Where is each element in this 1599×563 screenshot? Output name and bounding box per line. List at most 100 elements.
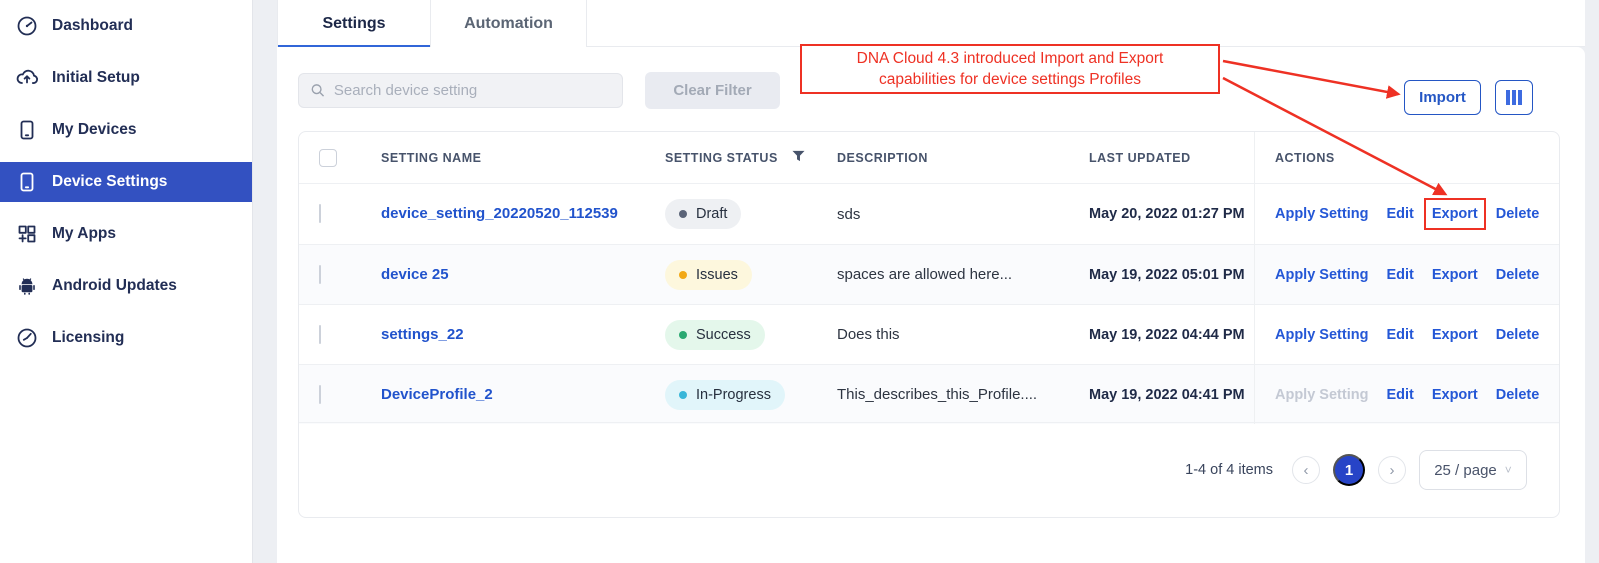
action-apply-setting[interactable]: Apply Setting (1275, 387, 1368, 403)
action-delete[interactable]: Delete (1496, 387, 1540, 403)
tablet-icon (15, 170, 39, 194)
sidebar-item-label: Initial Setup (52, 69, 140, 87)
status-dot-icon (679, 271, 687, 279)
sidebar-item-label: Android Updates (52, 277, 177, 295)
page-1-button[interactable]: 1 (1333, 454, 1365, 486)
meter-icon (15, 326, 39, 350)
tab-automation[interactable]: Automation (431, 0, 587, 47)
sidebar-item-android-updates[interactable]: Android Updates (0, 260, 252, 312)
chevron-down-icon: ˅ (1505, 463, 1512, 477)
setting-name-link[interactable]: device 25 (381, 266, 449, 283)
android-icon (15, 274, 39, 298)
status-badge: Issues (665, 260, 752, 290)
sidebar: Dashboard Initial Setup My Devices Devic… (0, 0, 253, 563)
status-badge: In-Progress (665, 380, 785, 410)
tab-settings-label: Settings (322, 15, 385, 33)
action-apply-setting[interactable]: Apply Setting (1275, 267, 1368, 283)
row-checkbox[interactable] (319, 325, 321, 344)
cloud-upload-icon (15, 66, 39, 90)
last-updated-cell: May 19, 2022 05:01 PM (1089, 267, 1254, 283)
description-cell: Does this (837, 326, 1089, 343)
sidebar-item-dashboard[interactable]: Dashboard (0, 0, 252, 52)
action-export[interactable]: Export (1432, 206, 1478, 222)
sidebar-item-label: My Apps (52, 225, 116, 243)
last-updated-cell: May 19, 2022 04:44 PM (1089, 327, 1254, 343)
tab-settings[interactable]: Settings (277, 0, 431, 47)
filter-icon[interactable] (792, 150, 805, 166)
column-settings-button[interactable] (1495, 80, 1533, 115)
prev-page-button[interactable]: ‹ (1292, 456, 1320, 484)
action-export[interactable]: Export (1432, 327, 1478, 343)
row-checkbox[interactable] (319, 385, 321, 404)
description-cell: This_describes_this_Profile.... (837, 386, 1089, 403)
action-export[interactable]: Export (1432, 267, 1478, 283)
status-dot-icon (679, 391, 687, 399)
app-root: Dashboard Initial Setup My Devices Devic… (0, 0, 1599, 563)
annotation-line1: DNA Cloud 4.3 introduced Import and Expo… (808, 48, 1212, 69)
sidebar-item-device-settings[interactable]: Device Settings (0, 162, 252, 202)
annotation-line2: capabilities for device settings Profile… (808, 69, 1212, 90)
header-setting-status: SETTING STATUS (665, 150, 837, 166)
sidebar-item-label: Licensing (52, 329, 124, 347)
table-row: settings_22 Success Does this May 19, 20… (299, 304, 1559, 364)
import-button[interactable]: Import (1404, 80, 1481, 115)
sidebar-item-label: Device Settings (52, 173, 167, 191)
table-row: device_setting_20220520_112539 Draft sds… (299, 184, 1559, 244)
last-updated-cell: May 20, 2022 01:27 PM (1089, 206, 1254, 222)
search-icon (311, 83, 325, 98)
pagination-bar: 1-4 of 4 items ‹ 1 › 25 / page ˅ (299, 422, 1559, 517)
sidebar-item-initial-setup[interactable]: Initial Setup (0, 52, 252, 104)
action-delete[interactable]: Delete (1496, 206, 1540, 222)
header-last-updated: LAST UPDATED (1089, 151, 1254, 165)
columns-icon (1506, 90, 1510, 105)
actions-cell: Apply Setting Edit Export Delete (1254, 365, 1559, 424)
actions-cell: Apply Setting Edit Export Delete (1254, 305, 1559, 364)
apps-grid-icon (15, 222, 39, 246)
table-header-row: SETTING NAME SETTING STATUS DESCRIPTION … (299, 132, 1559, 184)
actions-cell: Apply Setting Edit Export Delete (1254, 184, 1559, 244)
table-row: device 25 Issues spaces are allowed here… (299, 244, 1559, 304)
header-setting-name: SETTING NAME (381, 151, 665, 165)
setting-name-link[interactable]: device_setting_20220520_112539 (381, 205, 618, 222)
description-cell: sds (837, 206, 1089, 223)
header-actions: ACTIONS (1254, 132, 1559, 183)
annotation-callout: DNA Cloud 4.3 introduced Import and Expo… (800, 44, 1220, 94)
action-delete[interactable]: Delete (1496, 267, 1540, 283)
action-edit[interactable]: Edit (1386, 327, 1413, 343)
search-box[interactable] (298, 73, 623, 108)
action-export[interactable]: Export (1432, 387, 1478, 403)
setting-name-link[interactable]: settings_22 (381, 326, 464, 343)
next-page-button[interactable]: › (1378, 456, 1406, 484)
action-apply-setting[interactable]: Apply Setting (1275, 206, 1368, 222)
page-size-select[interactable]: 25 / page ˅ (1419, 450, 1527, 490)
status-badge: Draft (665, 199, 741, 229)
action-edit[interactable]: Edit (1386, 267, 1413, 283)
pagination-summary: 1-4 of 4 items (1185, 462, 1273, 478)
dashboard-icon (15, 14, 39, 38)
tab-automation-label: Automation (464, 15, 553, 33)
action-edit[interactable]: Edit (1386, 387, 1413, 403)
clear-filter-button[interactable]: Clear Filter (645, 72, 780, 109)
action-apply-setting[interactable]: Apply Setting (1275, 327, 1368, 343)
action-delete[interactable]: Delete (1496, 327, 1540, 343)
tab-bar: Settings Automation (277, 0, 1585, 47)
select-all-checkbox[interactable] (319, 149, 337, 167)
settings-table: SETTING NAME SETTING STATUS DESCRIPTION … (298, 131, 1560, 518)
sidebar-item-licensing[interactable]: Licensing (0, 312, 252, 364)
status-dot-icon (679, 210, 687, 218)
setting-name-link[interactable]: DeviceProfile_2 (381, 386, 493, 403)
status-dot-icon (679, 331, 687, 339)
description-cell: spaces are allowed here... (837, 266, 1089, 283)
sidebar-item-label: My Devices (52, 121, 136, 139)
action-edit[interactable]: Edit (1386, 206, 1413, 222)
row-checkbox[interactable] (319, 204, 321, 223)
sidebar-item-label: Dashboard (52, 17, 133, 35)
sidebar-item-my-apps[interactable]: My Apps (0, 208, 252, 260)
search-input[interactable] (334, 82, 610, 99)
table-row: DeviceProfile_2 In-Progress This_describ… (299, 364, 1559, 424)
header-description: DESCRIPTION (837, 151, 1089, 165)
sidebar-item-my-devices[interactable]: My Devices (0, 104, 252, 156)
table-body: device_setting_20220520_112539 Draft sds… (299, 184, 1559, 424)
actions-cell: Apply Setting Edit Export Delete (1254, 245, 1559, 304)
row-checkbox[interactable] (319, 265, 321, 284)
